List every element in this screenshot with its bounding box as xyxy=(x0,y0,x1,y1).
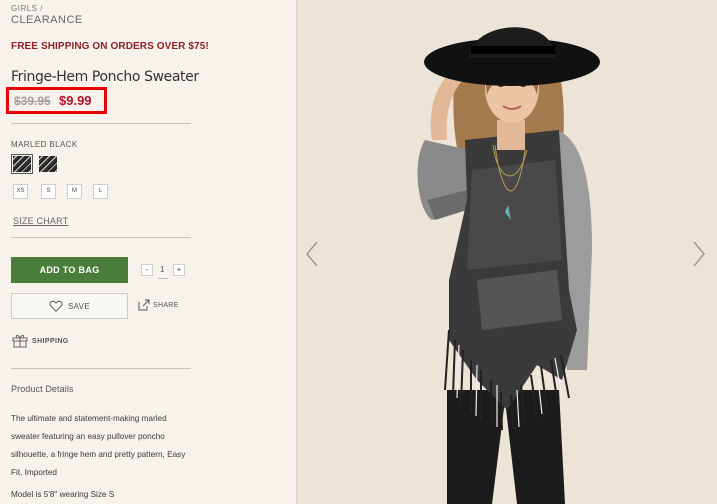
divider xyxy=(11,237,191,238)
size-chart-link[interactable]: SIZE CHART xyxy=(13,216,68,226)
original-price: $39.95 xyxy=(14,94,51,108)
divider xyxy=(11,368,191,369)
promo-banner: FREE SHIPPING ON ORDERS OVER $75! xyxy=(11,41,209,52)
sale-price: $9.99 xyxy=(59,93,92,108)
model-info: Model is 5'8" wearing Size S xyxy=(11,490,115,499)
price-highlight-box: $39.95 $9.99 xyxy=(6,87,107,114)
color-swatch-selected[interactable] xyxy=(11,154,33,174)
divider xyxy=(11,123,191,124)
color-swatch[interactable] xyxy=(39,156,57,172)
chevron-right-icon[interactable] xyxy=(692,241,706,267)
heart-icon xyxy=(49,300,63,312)
size-option-xs[interactable]: XS xyxy=(13,184,28,199)
share-label[interactable]: SHARE xyxy=(153,302,179,309)
size-option-s[interactable]: S xyxy=(41,184,56,199)
product-details-heading: Product Details xyxy=(11,384,74,394)
product-description: The ultimate and statement-making marled… xyxy=(11,414,186,477)
product-info-panel: GIRLS / CLEARANCE FREE SHIPPING ON ORDER… xyxy=(0,0,296,504)
product-image-carousel xyxy=(296,0,717,504)
qty-decrement-button[interactable]: - xyxy=(141,264,153,276)
add-to-bag-button[interactable]: ADD TO BAG xyxy=(11,257,128,283)
qty-increment-button[interactable]: + xyxy=(173,264,185,276)
gift-box-icon xyxy=(12,334,28,348)
size-option-l[interactable]: L xyxy=(93,184,108,199)
color-label: MARLED BLACK xyxy=(11,140,78,149)
shipping-link[interactable]: SHIPPING xyxy=(32,338,69,345)
save-button[interactable]: SAVE xyxy=(11,293,128,319)
product-title: Fringe-Hem Poncho Sweater xyxy=(11,69,199,85)
breadcrumb-girls[interactable]: GIRLS / xyxy=(11,4,43,13)
product-photo xyxy=(417,27,600,504)
share-icon[interactable] xyxy=(138,299,150,311)
chevron-left-icon[interactable] xyxy=(305,241,319,267)
qty-underline xyxy=(158,278,168,279)
save-label: SAVE xyxy=(68,302,90,311)
breadcrumb-clearance[interactable]: CLEARANCE xyxy=(11,14,83,26)
size-option-m[interactable]: M xyxy=(67,184,82,199)
qty-value[interactable]: 1 xyxy=(160,265,164,274)
